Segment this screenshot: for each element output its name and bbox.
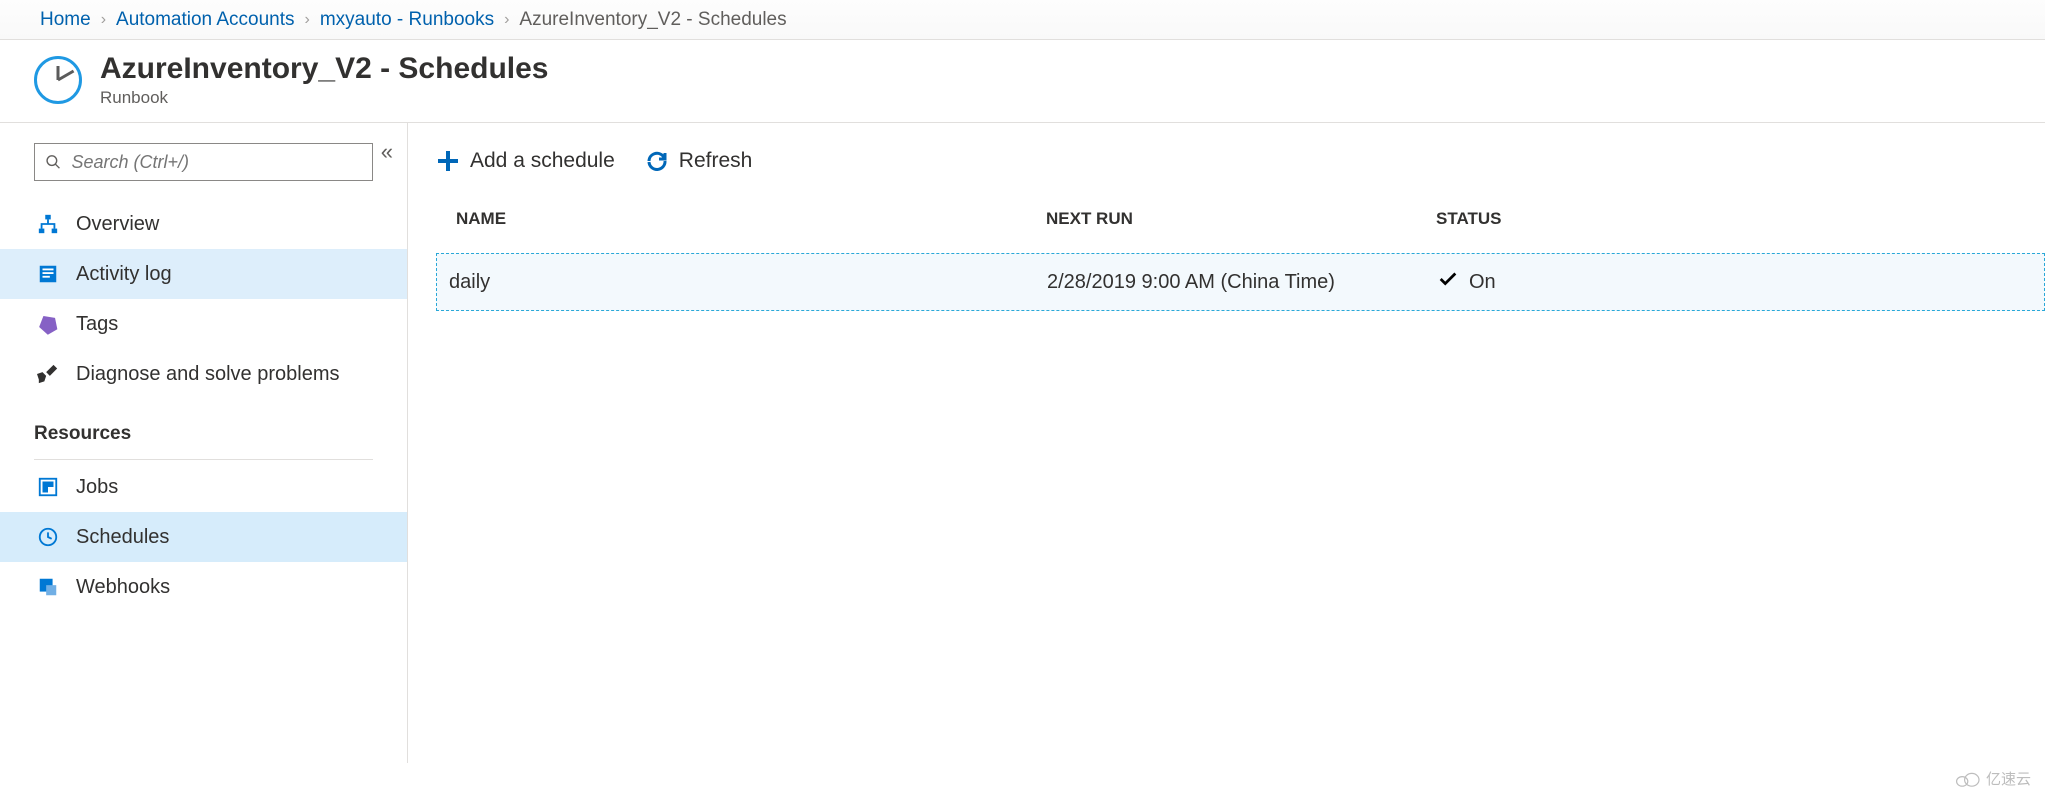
toolbar-label: Refresh: [679, 149, 753, 173]
table-row[interactable]: daily 2/28/2019 9:00 AM (China Time) On: [436, 253, 2045, 311]
tools-icon: [34, 363, 62, 385]
sidebar-item-label: Diagnose and solve problems: [76, 363, 340, 386]
sidebar-item-tags[interactable]: Tags: [0, 299, 407, 349]
chevron-right-icon: ›: [305, 11, 310, 29]
schedules-table: NAME NEXT RUN STATUS daily 2/28/2019 9:0…: [436, 195, 2045, 311]
sidebar-item-label: Jobs: [76, 476, 118, 499]
page-title: AzureInventory_V2 - Schedules: [100, 52, 548, 86]
page-subtitle: Runbook: [100, 88, 548, 108]
sidebar-item-activity-log[interactable]: Activity log: [0, 249, 407, 299]
jobs-icon: [34, 476, 62, 498]
tag-icon: [34, 313, 62, 335]
watermark-text: 亿速云: [1986, 768, 2031, 789]
sidebar-item-jobs[interactable]: Jobs: [0, 462, 407, 512]
add-schedule-button[interactable]: Add a schedule: [436, 149, 615, 173]
sidebar-item-overview[interactable]: Overview: [0, 199, 407, 249]
checkmark-icon: [1437, 268, 1459, 296]
cloud-icon: [1954, 771, 1980, 787]
sidebar-item-schedules[interactable]: Schedules: [0, 512, 407, 562]
sidebar-item-label: Activity log: [76, 263, 172, 286]
clock-icon: [34, 526, 62, 548]
refresh-button[interactable]: Refresh: [645, 149, 753, 173]
log-icon: [34, 263, 62, 285]
sidebar-item-label: Tags: [76, 313, 118, 336]
watermark: 亿速云: [1954, 768, 2031, 789]
refresh-icon: [645, 149, 669, 173]
toolbar: Add a schedule Refresh: [436, 143, 2045, 195]
collapse-sidebar-button[interactable]: «: [381, 139, 393, 165]
column-header-name[interactable]: NAME: [456, 209, 1046, 229]
sidebar-section-resources: Resources: [0, 399, 407, 453]
divider: [34, 459, 373, 460]
cell-next-run: 2/28/2019 9:00 AM (China Time): [1047, 271, 1437, 294]
breadcrumb-automation-accounts[interactable]: Automation Accounts: [116, 9, 295, 31]
breadcrumb-account[interactable]: mxyauto - Runbooks: [320, 9, 494, 31]
sitemap-icon: [34, 213, 62, 235]
page-header: AzureInventory_V2 - Schedules Runbook: [0, 40, 2045, 123]
search-icon: [45, 153, 62, 171]
webhook-icon: [34, 576, 62, 598]
sidebar-menu: Overview Activity log Tags Diagnose and …: [0, 199, 407, 612]
cell-schedule-name: daily: [447, 271, 1047, 294]
sidebar-item-label: Webhooks: [76, 576, 170, 599]
table-header: NAME NEXT RUN STATUS: [436, 195, 2045, 243]
breadcrumb-current: AzureInventory_V2 - Schedules: [519, 9, 786, 31]
sidebar-item-label: Overview: [76, 213, 159, 236]
breadcrumb-home[interactable]: Home: [40, 9, 91, 31]
search-input[interactable]: [72, 152, 363, 173]
main-content: Add a schedule Refresh NAME NEXT RUN STA…: [408, 123, 2045, 763]
column-header-nextrun[interactable]: NEXT RUN: [1046, 209, 1436, 229]
runbook-clock-icon: [34, 56, 82, 104]
toolbar-label: Add a schedule: [470, 149, 615, 173]
sidebar-item-label: Schedules: [76, 526, 169, 549]
column-header-status[interactable]: STATUS: [1436, 209, 2025, 229]
sidebar-item-diagnose[interactable]: Diagnose and solve problems: [0, 349, 407, 399]
plus-icon: [436, 149, 460, 173]
sidebar-search[interactable]: [34, 143, 373, 181]
cell-status: On: [1437, 268, 2034, 296]
chevron-right-icon: ›: [504, 11, 509, 29]
breadcrumb: Home › Automation Accounts › mxyauto - R…: [0, 0, 2045, 40]
sidebar-item-webhooks[interactable]: Webhooks: [0, 562, 407, 612]
sidebar: « Overview Activity log: [0, 123, 408, 763]
status-text: On: [1469, 271, 1496, 294]
chevron-right-icon: ›: [101, 11, 106, 29]
